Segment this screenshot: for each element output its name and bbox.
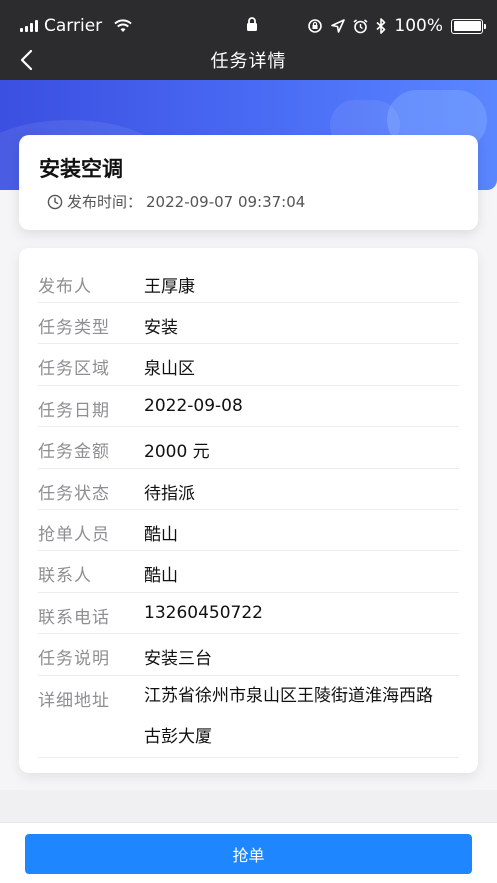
page-title: 任务详情 (210, 51, 287, 72)
clock-icon (47, 194, 63, 209)
detail-label: 任务类型 (38, 318, 110, 338)
detail-value: 泉山区 (144, 359, 195, 379)
rotation-lock-icon (308, 19, 323, 33)
status-left: Carrier (20, 16, 132, 36)
grab-order-button[interactable]: 抢单 (25, 834, 472, 874)
detail-row-date: 任务日期 2022-09-08 (38, 386, 459, 427)
status-right: 100% (307, 16, 486, 36)
detail-row-description: 任务说明 安装三台 (38, 634, 459, 676)
detail-label: 任务状态 (38, 484, 110, 504)
detail-label: 任务金额 (38, 442, 110, 462)
battery-percent: 100% (394, 16, 443, 36)
detail-row-address: 详细地址 江苏省徐州市泉山区王陵街道淮海西路古彭大厦 (38, 676, 459, 758)
detail-label: 联系人 (38, 566, 92, 586)
top-bar: Carrier 100% 任务详情 (0, 0, 497, 80)
detail-value: 安装 (144, 318, 178, 338)
detail-label: 任务日期 (38, 401, 110, 421)
detail-value: 安装三台 (144, 649, 212, 669)
nav-bar: 任务详情 (0, 40, 497, 80)
detail-row-contact: 联系人 酷山 (38, 551, 459, 593)
wifi-icon (114, 19, 132, 32)
task-title: 安装空调 (39, 157, 123, 181)
detail-value: 13260450722 (144, 603, 263, 623)
publish-time-row: 发布时间： 2022-09-07 09:37:04 (47, 191, 305, 212)
detail-row-grabber: 抢单人员 酷山 (38, 510, 459, 551)
detail-label: 抢单人员 (38, 525, 110, 545)
detail-row-type: 任务类型 安装 (38, 303, 459, 344)
detail-label: 任务区域 (38, 359, 110, 379)
detail-label: 任务说明 (38, 649, 110, 669)
detail-value: 酷山 (144, 566, 178, 586)
detail-value: 待指派 (144, 484, 195, 504)
detail-row-status: 任务状态 待指派 (38, 469, 459, 510)
status-bar: Carrier 100% (0, 0, 497, 40)
task-title-card: 安装空调 发布时间： 2022-09-07 09:37:04 (19, 135, 478, 230)
lock-icon (247, 17, 257, 31)
footer-spacer (0, 790, 497, 822)
location-icon (331, 19, 346, 33)
detail-value: 王厚康 (144, 277, 195, 297)
battery-icon (451, 18, 486, 34)
detail-value: 江苏省徐州市泉山区王陵街道淮海西路古彭大厦 (144, 686, 433, 747)
detail-value: 2022-09-08 (144, 396, 243, 416)
footer-bar: 抢单 (0, 822, 497, 883)
detail-row-phone: 联系电话 13260450722 (38, 593, 459, 634)
carrier-label: Carrier (44, 16, 103, 36)
publish-time: 2022-09-07 09:37:04 (146, 192, 306, 211)
detail-label: 发布人 (38, 277, 92, 297)
signal-icon (20, 20, 38, 32)
bluetooth-icon (376, 18, 386, 34)
alarm-icon (353, 18, 368, 33)
task-details-card: 发布人 王厚康 任务类型 安装 任务区域 泉山区 任务日期 2022-09-08… (19, 248, 478, 773)
detail-value: 酷山 (144, 525, 178, 545)
detail-row-amount: 任务金额 2000 元 (38, 427, 459, 469)
detail-row-publisher: 发布人 王厚康 (38, 262, 459, 303)
detail-row-area: 任务区域 泉山区 (38, 344, 459, 386)
chevron-left-icon[interactable] (14, 46, 42, 74)
detail-label: 联系电话 (38, 608, 110, 628)
detail-value: 2000 元 (144, 442, 210, 462)
publish-label: 发布时间： (67, 193, 143, 211)
detail-label: 详细地址 (38, 691, 110, 711)
